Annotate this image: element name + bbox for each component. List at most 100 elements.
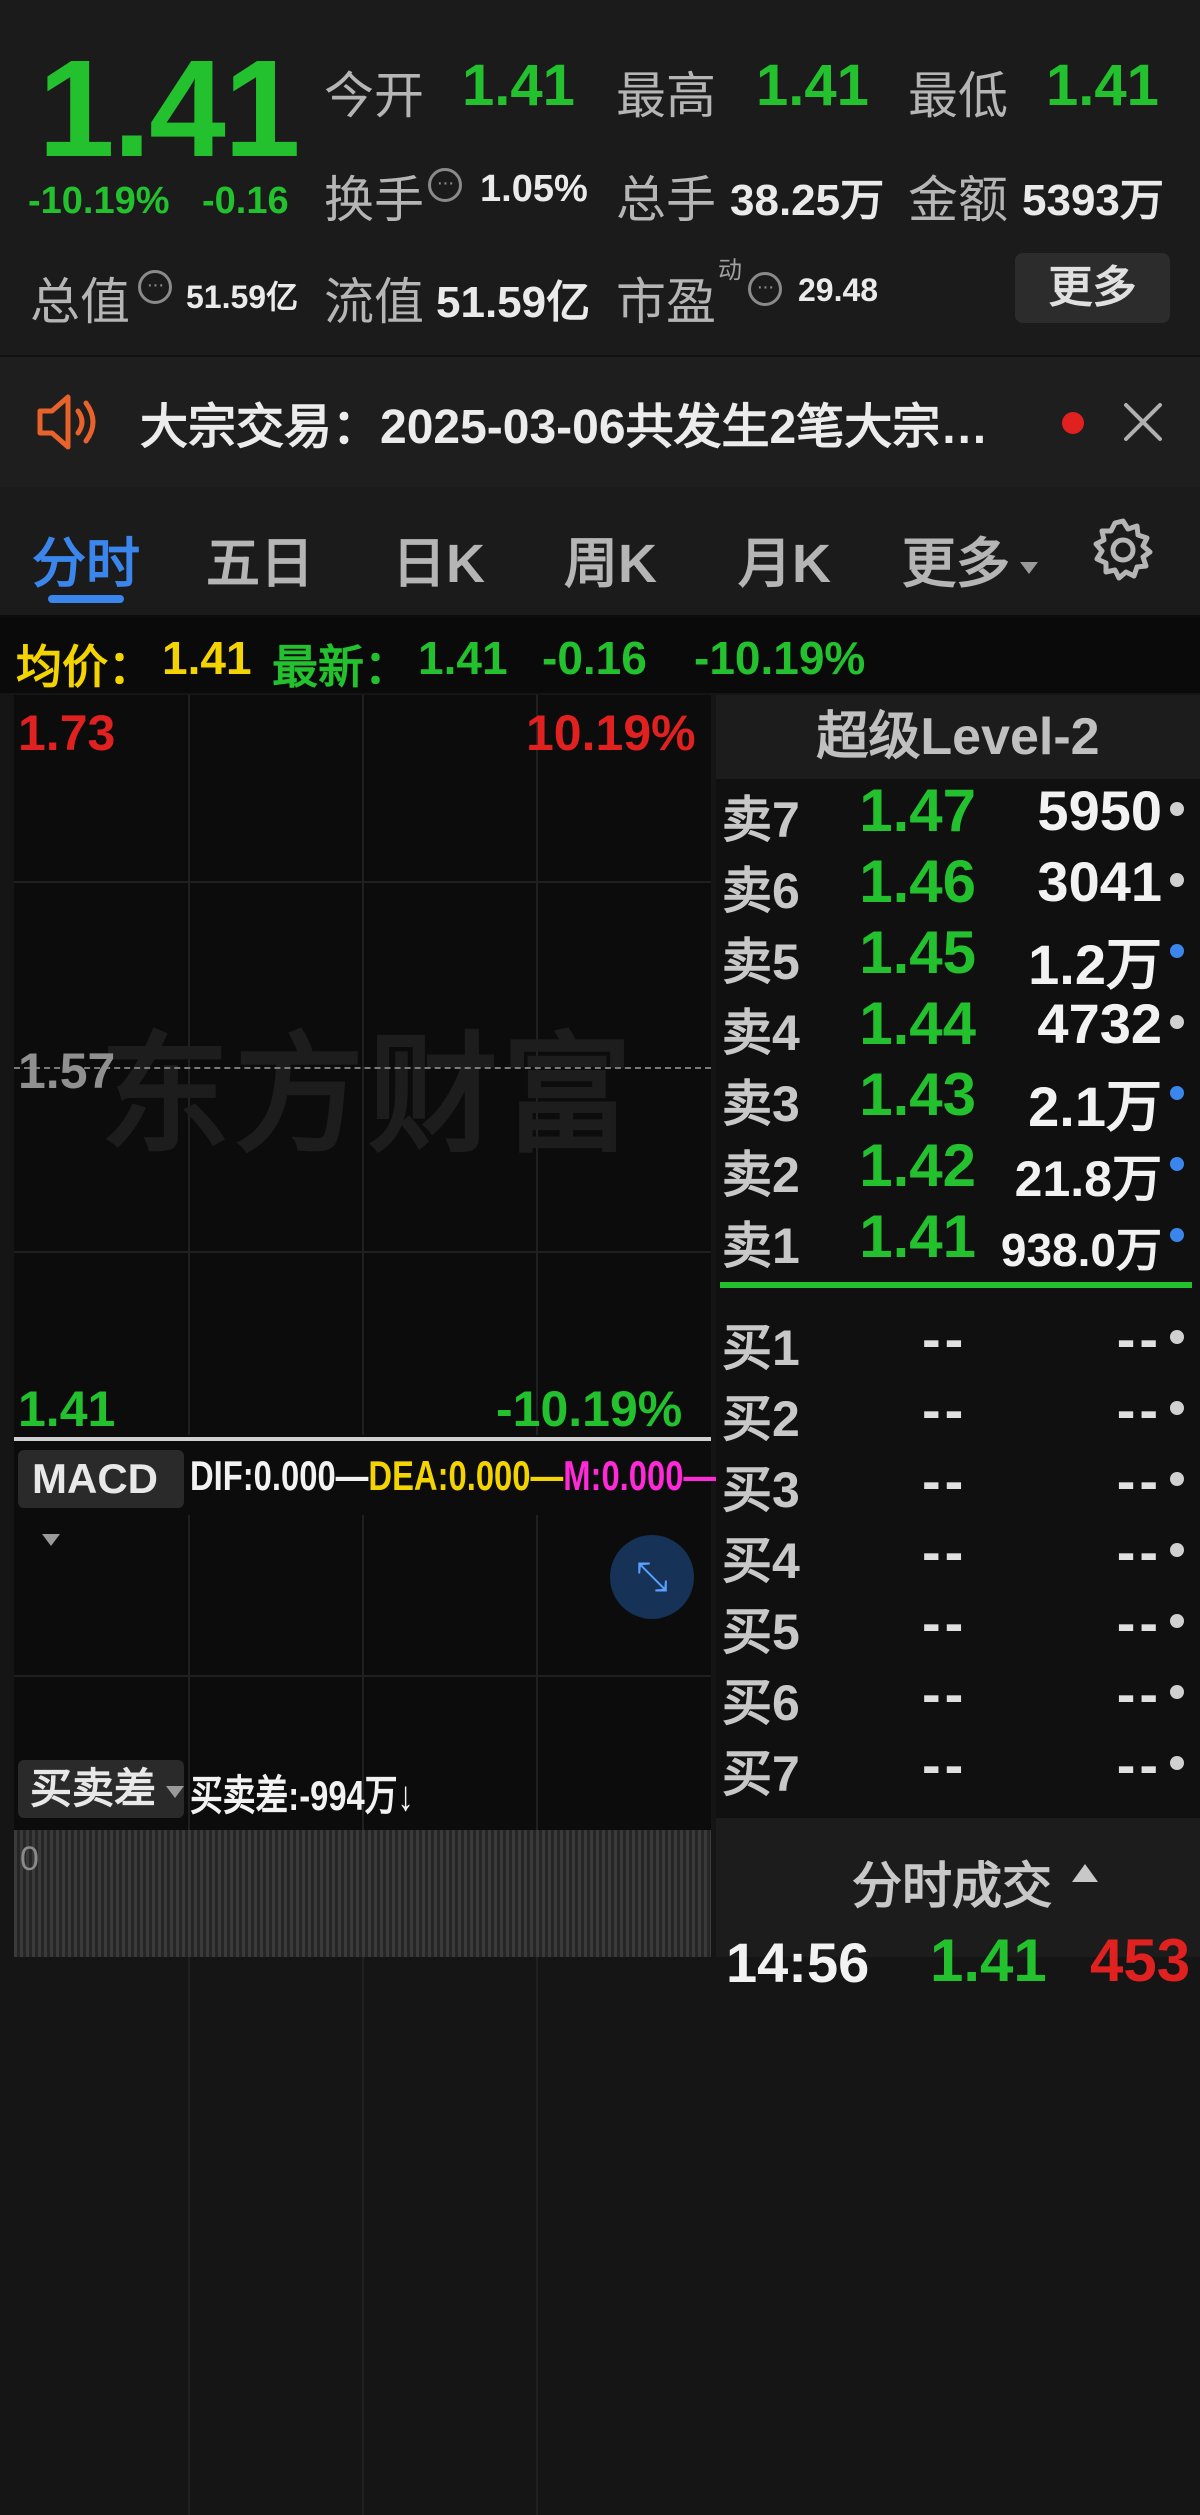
bid-row-3[interactable]: 买3 -- --: [716, 1449, 1200, 1521]
bid-dot: [1170, 1685, 1184, 1699]
macd-selector-label: MACD: [32, 1455, 158, 1502]
pe-info-icon[interactable]: ···: [748, 272, 782, 306]
tab-five-day[interactable]: 五日: [206, 519, 314, 598]
active-tab-indicator: [48, 595, 124, 603]
ask-row-6[interactable]: 卖6 1.46 3041: [716, 848, 1200, 922]
last-value: 1.41: [418, 632, 508, 684]
float-cap-value: 51.59亿: [436, 278, 591, 327]
low-value: 1.41: [1046, 53, 1159, 118]
average-price-bar: 均价： 1.41 最新： 1.41 -0.16 -10.19%: [0, 617, 1200, 693]
macd-selector[interactable]: MACD: [18, 1450, 184, 1546]
ask-dot: [1170, 1228, 1184, 1242]
bid-price: --: [922, 1733, 968, 1796]
chevron-up-icon: [1072, 1864, 1098, 1882]
avg-label: 均价：: [16, 641, 154, 693]
tab-weekly-k[interactable]: 周K: [564, 519, 657, 598]
speaker-icon: [37, 394, 96, 450]
bid-dot: [1170, 1614, 1184, 1628]
volume-zero-label: 0: [20, 1840, 39, 1878]
change-percent: -10.19%: [28, 180, 170, 222]
bid-price: --: [922, 1307, 968, 1370]
bid-volume: --: [1116, 1733, 1162, 1796]
bid-label: 买4: [722, 1533, 800, 1589]
unread-dot: [1062, 412, 1084, 434]
price-line: [14, 1437, 711, 1441]
bid-dot: [1170, 1401, 1184, 1415]
ask-price: 1.42: [859, 1132, 976, 1199]
market-cap-label: 总值: [30, 274, 130, 330]
turnover-label: 换手: [324, 172, 424, 228]
macd-m: M:0.000: [563, 1452, 684, 1499]
expand-icon[interactable]: ⤡: [610, 1535, 694, 1619]
bid-row-5[interactable]: 买5 -- --: [716, 1591, 1200, 1663]
amount-value: 5393万: [1022, 176, 1164, 225]
macd-values: DIF:0.000—DEA:0.000—M:0.000—: [190, 1452, 717, 1499]
close-icon[interactable]: [1122, 401, 1164, 443]
avg-value: 1.41: [162, 632, 252, 684]
prev-close-line: [14, 1067, 711, 1069]
ask-dot: [1170, 802, 1184, 816]
turnover-info-icon[interactable]: ···: [428, 168, 462, 202]
ask-price: 1.43: [859, 1061, 976, 1128]
ask-row-1[interactable]: 卖1 1.41 938.0万: [716, 1203, 1200, 1277]
pe-superscript: 动: [718, 257, 742, 284]
market-cap-value: 51.59亿: [186, 279, 299, 315]
ask-volume: 21.8万: [1014, 1151, 1162, 1207]
ask-row-5[interactable]: 卖5 1.45 1.2万: [716, 919, 1200, 996]
ask-row-4[interactable]: 卖4 1.44 4732: [716, 990, 1200, 1064]
gear-icon[interactable]: [1090, 517, 1156, 583]
ask-price: 1.45: [859, 919, 976, 986]
bid-volume: --: [1116, 1662, 1162, 1725]
ask-label: 卖1: [722, 1218, 800, 1274]
amount-label: 金额: [908, 172, 1008, 228]
ask-label: 卖2: [722, 1147, 800, 1203]
change-amount: -0.16: [202, 180, 289, 222]
level2-title[interactable]: 超级Level-2: [716, 695, 1200, 779]
bid-price: --: [922, 1378, 968, 1441]
chevron-down-icon: [1020, 561, 1038, 574]
bid-row-7[interactable]: 买7 -- --: [716, 1733, 1200, 1805]
volume-area: [14, 1830, 711, 1957]
bid-row-6[interactable]: 买6 -- --: [716, 1662, 1200, 1734]
volume-label: 总手: [616, 172, 716, 228]
ask-row-2[interactable]: 卖2 1.42 21.8万: [716, 1132, 1200, 1207]
bid-label: 买6: [722, 1675, 800, 1731]
ask-price: 1.44: [859, 990, 976, 1057]
ask-price: 1.41: [859, 1203, 976, 1270]
ask-row-7[interactable]: 卖7 1.47 5950: [716, 777, 1200, 851]
bid-label: 买3: [722, 1462, 800, 1518]
pe-value: 29.48: [798, 272, 879, 308]
book-divider: [720, 1282, 1192, 1288]
tab-more[interactable]: 更多: [902, 519, 1038, 598]
high-value: 1.41: [756, 53, 869, 118]
news-bar[interactable]: 大宗交易：2025-03-06共发生2笔大宗…: [0, 355, 1200, 489]
bid-row-1[interactable]: 买1 -- --: [716, 1307, 1200, 1379]
ask-row-3[interactable]: 卖3 1.43 2.1万: [716, 1061, 1200, 1138]
buy-sell-diff-selector[interactable]: 买卖差: [18, 1760, 185, 1818]
tab-daily-k[interactable]: 日K: [392, 519, 485, 598]
tick-time: 14:56: [726, 1931, 870, 1994]
ask-volume: 4732: [1037, 992, 1162, 1055]
ask-dot: [1170, 873, 1184, 887]
news-text[interactable]: 大宗交易：2025-03-06共发生2笔大宗…: [140, 387, 988, 457]
tick-trades-panel[interactable]: 分时成交 14:56 1.41 453: [716, 1818, 1200, 1994]
more-quote-button[interactable]: 更多: [1015, 253, 1170, 323]
last-label: 最新：: [272, 641, 410, 693]
tab-intraday[interactable]: 分时: [32, 519, 140, 598]
ask-dot: [1170, 1015, 1184, 1029]
bid-label: 买5: [722, 1604, 800, 1660]
bid-row-2[interactable]: 买2 -- --: [716, 1378, 1200, 1450]
chart-bottom-price: 1.41: [18, 1381, 116, 1437]
market-cap-info-icon[interactable]: ···: [138, 270, 172, 304]
tab-monthly-k[interactable]: 月K: [738, 519, 831, 598]
current-price: 1.41: [38, 32, 301, 186]
tick-price: 1.41: [930, 1927, 1047, 1994]
ask-label: 卖4: [722, 1005, 800, 1061]
ask-volume: 3041: [1037, 850, 1162, 913]
bid-price: --: [922, 1662, 968, 1725]
chart-top-price: 1.73: [18, 705, 116, 761]
chevron-down-icon: [42, 1533, 60, 1546]
bid-row-4[interactable]: 买4 -- --: [716, 1520, 1200, 1592]
bid-price: --: [922, 1449, 968, 1512]
ask-volume: 2.1万: [1028, 1075, 1162, 1138]
